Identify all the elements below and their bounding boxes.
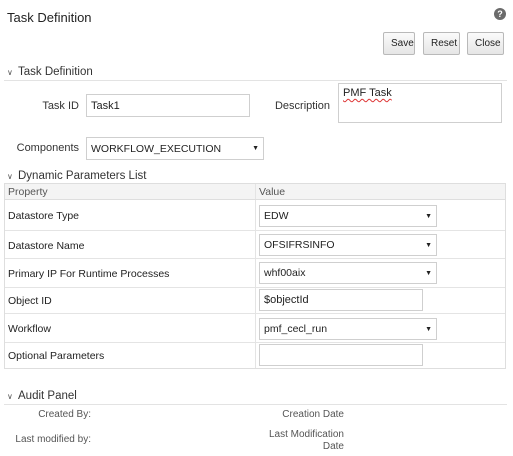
task-id-label: Task ID: [42, 100, 79, 112]
components-select[interactable]: WORKFLOW_EXECUTION ▼: [86, 137, 264, 160]
components-label: Components: [16, 142, 79, 154]
creation-date-label: Creation Date: [282, 409, 344, 420]
description-text: PMF Task: [343, 87, 392, 99]
chevron-down-icon: ∨: [7, 171, 13, 181]
section-divider: [4, 80, 507, 81]
datastore-name-value: OFSIFRSINFO: [264, 239, 335, 251]
table-row: Datastore Type EDW ▼: [5, 200, 505, 231]
components-select-value: WORKFLOW_EXECUTION: [91, 142, 222, 155]
primary-ip-select[interactable]: whf00aix ▼: [259, 262, 437, 284]
dynamic-parameters-section-title: Dynamic Parameters List: [18, 170, 147, 182]
chevron-down-icon: ∨: [7, 67, 13, 77]
optional-parameters-input[interactable]: [259, 344, 423, 366]
table-row: Object ID: [5, 288, 505, 314]
close-button[interactable]: Close: [467, 32, 504, 55]
save-button[interactable]: Save: [383, 32, 415, 55]
workflow-select[interactable]: pmf_cecl_run ▼: [259, 318, 437, 340]
table-row: Optional Parameters: [5, 343, 505, 368]
column-header-value: Value: [259, 186, 286, 198]
property-cell: Datastore Name: [8, 240, 85, 252]
task-definition-section-header[interactable]: ∨ Task Definition: [7, 66, 93, 78]
property-cell: Optional Parameters: [8, 350, 105, 362]
help-icon[interactable]: ?: [494, 8, 506, 20]
dynamic-parameters-section-header[interactable]: ∨ Dynamic Parameters List: [7, 170, 146, 182]
chevron-down-icon: ∨: [7, 391, 13, 401]
dropdown-arrow-icon: ▼: [425, 241, 432, 249]
last-modification-date-label: Last Modification Date: [250, 429, 344, 453]
primary-ip-value: whf00aix: [264, 267, 306, 279]
property-cell: Workflow: [8, 323, 51, 335]
last-modification-date-label-line-1: Last Modification: [268, 429, 344, 440]
last-modified-by-label: Last modified by:: [15, 434, 91, 445]
reset-button[interactable]: Reset: [423, 32, 460, 55]
datastore-name-select[interactable]: OFSIFRSINFO ▼: [259, 234, 437, 256]
description-textarea[interactable]: PMF Task: [338, 83, 502, 123]
task-definition-section-title: Task Definition: [18, 66, 93, 78]
datastore-type-value: EDW: [264, 210, 289, 222]
table-row: Datastore Name OFSIFRSINFO ▼: [5, 231, 505, 259]
dropdown-arrow-icon: ▼: [425, 269, 432, 277]
workflow-value: pmf_cecl_run: [264, 323, 328, 335]
audit-panel-section-header[interactable]: ∨ Audit Panel: [7, 390, 77, 402]
property-cell: Datastore Type: [8, 210, 80, 222]
datastore-type-select[interactable]: EDW ▼: [259, 205, 437, 227]
parameters-table: Property Value Datastore Type EDW ▼ Data…: [4, 183, 506, 369]
audit-panel-section-title: Audit Panel: [18, 390, 77, 402]
dropdown-arrow-icon: ▼: [252, 145, 259, 152]
parameters-table-header: Property Value: [5, 184, 505, 200]
last-modification-date-label-line-2: Date: [322, 441, 344, 452]
task-id-input[interactable]: [86, 94, 250, 117]
table-row: Workflow pmf_cecl_run ▼: [5, 314, 505, 343]
description-label: Description: [274, 100, 330, 112]
property-cell: Primary IP For Runtime Processes: [8, 268, 170, 280]
object-id-input[interactable]: [259, 289, 423, 311]
page-title: Task Definition: [7, 10, 92, 25]
dropdown-arrow-icon: ▼: [425, 212, 432, 220]
column-header-property: Property: [8, 186, 48, 198]
created-by-label: Created By:: [38, 409, 91, 420]
section-divider: [4, 404, 507, 405]
property-cell: Object ID: [8, 295, 52, 307]
table-row: Primary IP For Runtime Processes whf00ai…: [5, 259, 505, 288]
dropdown-arrow-icon: ▼: [425, 325, 432, 333]
